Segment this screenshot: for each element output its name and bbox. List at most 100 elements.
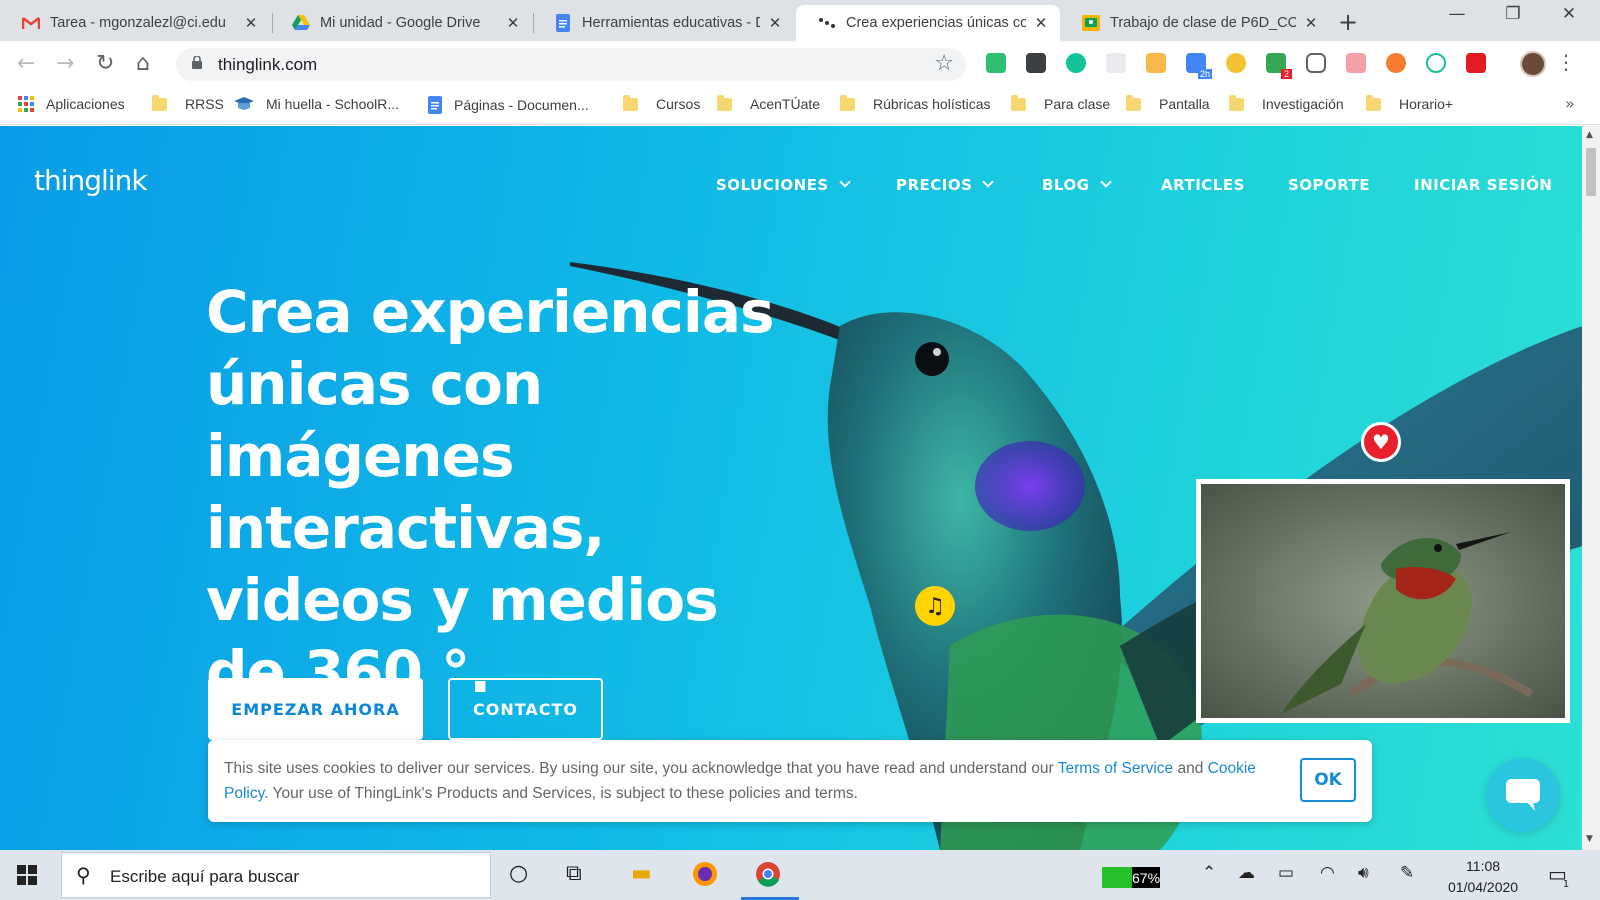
tab-google-docs[interactable]: Herramientas educativas - D ✕ [532,5,794,41]
extension-icon[interactable] [1386,53,1406,73]
bookmark-rrss[interactable]: RRSS [152,94,224,112]
close-tab-icon[interactable]: ✕ [1032,14,1050,32]
task-view-icon[interactable]: ⧉ [566,861,582,886]
restore-button[interactable]: ❐ [1490,4,1536,24]
google-docs-icon [554,14,572,32]
tray-expand-icon[interactable]: ⌃ [1202,863,1216,883]
scroll-down-arrow-icon[interactable]: ▼ [1586,834,1593,844]
bookmark-label: Investigación [1262,96,1344,112]
folder-icon [623,94,638,111]
wifi-icon[interactable]: ◠ [1320,863,1335,883]
bookmark-pantalla[interactable]: Pantalla [1126,94,1210,112]
notifications-icon[interactable]: ▭1 [1548,862,1573,890]
nav-iniciar-sesion[interactable]: INICIAR SESIÓN [1414,176,1552,194]
chat-button[interactable] [1486,758,1560,832]
pen-icon[interactable]: ✎ [1400,863,1414,883]
bookmark-investigacion[interactable]: Investigación [1229,94,1344,112]
hero-title: Crea experiencias únicas con imágenes in… [206,278,774,706]
cortana-icon[interactable]: ○ [509,861,528,886]
home-button[interactable]: ⌂ [136,51,150,76]
bookmark-star-icon[interactable]: ☆ [934,51,954,76]
onedrive-icon[interactable]: ☁ [1238,863,1255,883]
pocket-icon[interactable] [1306,53,1326,73]
nav-articles[interactable]: ARTICLES [1161,176,1245,194]
file-explorer-icon[interactable]: ▬ [631,861,652,886]
tab-gmail[interactable]: Tarea - mgonzalezl@ci.edu ✕ [0,5,270,41]
volume-icon[interactable]: 🔊︎ [1358,863,1369,883]
battery-icon[interactable]: ▭ [1278,863,1294,883]
extension-icon[interactable] [1146,53,1166,73]
nav-blog[interactable]: BLOG [1042,176,1112,194]
tab-google-drive[interactable]: Mi unidad - Google Drive ✕ [270,5,532,41]
music-tag[interactable]: ♫ [915,586,955,626]
bookmark-schoolr[interactable]: Mi huella - SchoolR... [234,96,399,112]
browser-toolbar: ← → ↻ ⌂ thinglink.com ☆ 2h 2 ⋮ [0,41,1600,87]
bookmark-label: Páginas - Documen... [454,97,589,113]
google-classroom-icon [1082,14,1100,32]
tab-title: Tarea - mgonzalezl@ci.edu [50,15,226,31]
scrollbar-thumb[interactable] [1586,148,1596,196]
reload-button[interactable]: ↻ [96,51,114,76]
bookmark-para-clase[interactable]: Para clase [1011,94,1111,112]
terms-of-service-link[interactable]: Terms of Service [1058,760,1173,777]
empezar-ahora-button[interactable]: EMPEZAR AHORA [208,678,423,740]
cookie-text-part: . Your use of ThingLink's Products and S… [264,785,858,802]
chrome-icon[interactable] [755,861,781,893]
close-window-button[interactable]: ✕ [1546,4,1592,24]
firefox-icon[interactable] [692,861,718,893]
nav-soluciones[interactable]: SOLUCIONES [716,176,851,194]
close-tab-icon[interactable]: ✕ [1302,14,1320,32]
profile-avatar[interactable] [1520,51,1546,77]
close-tab-icon[interactable]: ✕ [242,14,260,32]
nav-soporte[interactable]: SOPORTE [1288,176,1370,194]
shield-extension-icon[interactable]: 2 [1266,53,1292,79]
forward-button[interactable]: → [56,51,74,76]
extension-icon[interactable] [1426,53,1446,73]
taskbar-clock[interactable]: 11:08 01/04/2020 [1448,856,1518,898]
address-bar[interactable]: thinglink.com ☆ [176,48,966,81]
close-tab-icon[interactable]: ✕ [504,14,522,32]
bookmarks-overflow-icon[interactable]: » [1565,94,1575,113]
minimize-button[interactable]: — [1434,4,1480,24]
nav-precios[interactable]: PRECIOS [896,176,995,194]
lock-icon [192,56,202,69]
extension-icon[interactable] [1226,53,1246,73]
tab-thinglink[interactable]: Crea experiencias únicas co ✕ [796,5,1060,41]
windows-start-icon[interactable] [17,865,37,885]
calendar-extension-icon[interactable]: 2h [1186,53,1212,79]
bookmark-rubricas[interactable]: Rúbricas holísticas [840,94,991,112]
bookmark-label: Para clase [1044,96,1111,112]
tab-google-classroom[interactable]: Trabajo de clase de P6D_CC ✕ [1060,5,1330,41]
chevron-down-icon [1099,176,1112,188]
grammarly-icon[interactable] [1066,53,1086,73]
extension-icon[interactable] [1026,53,1046,73]
back-button[interactable]: ← [17,51,35,76]
extension-icon[interactable] [986,53,1006,73]
extension-icon[interactable] [1106,53,1126,73]
extension-icon[interactable] [1346,53,1366,73]
music-note-icon: ♫ [925,593,945,619]
close-tab-icon[interactable]: ✕ [766,14,784,32]
taskbar-search-input[interactable]: ⚲ Escribe aquí para buscar [61,852,491,898]
extension-icon[interactable] [1466,53,1486,73]
bookmark-label: Rúbricas holísticas [873,96,991,112]
shield-badge: 2 [1280,69,1292,79]
thinglink-logo[interactable]: thinglink [34,164,148,197]
cookie-ok-button[interactable]: OK [1300,758,1356,802]
browser-menu-icon[interactable]: ⋮ [1556,50,1576,74]
bookmark-cursos[interactable]: Cursos [623,94,700,112]
new-tab-button[interactable]: + [1338,8,1358,36]
scroll-up-arrow-icon[interactable]: ▲ [1586,130,1593,140]
folder-icon [152,94,167,111]
tab-strip: Tarea - mgonzalezl@ci.edu ✕ Mi unidad - … [0,0,1600,41]
contacto-button[interactable]: CONTACTO [448,678,603,740]
clock-date: 01/04/2020 [1448,879,1519,895]
windows-taskbar: ⚲ Escribe aquí para buscar ○ ⧉ ▬ 67% ⌃ ☁… [0,850,1600,900]
bookmark-paginas[interactable]: Páginas - Documen... [428,96,589,114]
bookmark-acentuate[interactable]: AcenTÚate [717,94,820,112]
heart-tag[interactable]: ♥ [1361,422,1401,462]
bookmark-apps[interactable]: Aplicaciones [18,96,125,112]
battery-indicator[interactable]: 67% [1102,867,1160,888]
bookmark-horario[interactable]: Horario+ [1366,94,1453,112]
page-scrollbar[interactable]: ▲ ▼ [1582,126,1600,850]
